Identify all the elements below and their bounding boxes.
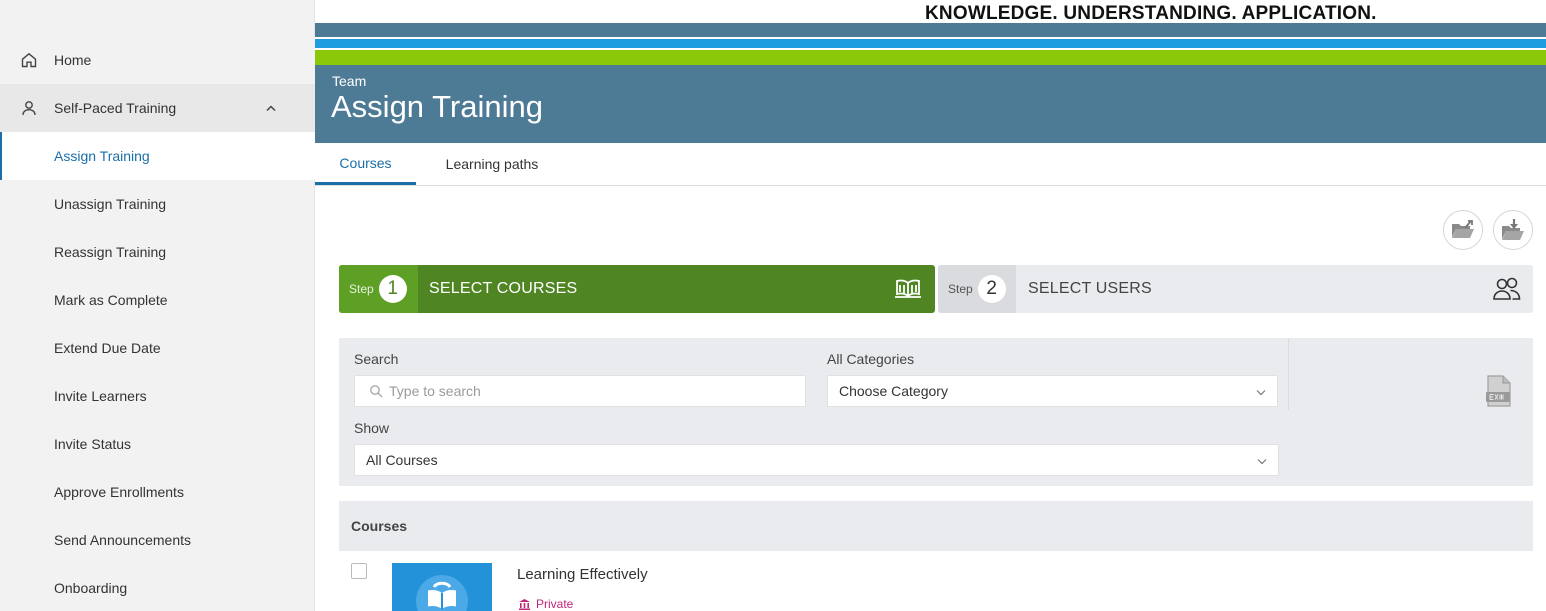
chevron-down-icon bbox=[1257, 459, 1267, 465]
category-label: All Categories bbox=[827, 351, 915, 367]
page-title: Assign Training bbox=[331, 89, 543, 124]
show-select[interactable]: All Courses bbox=[354, 444, 1279, 476]
sidebar-item-label: Reassign Training bbox=[54, 244, 167, 260]
sidebar-item-approve-enrollments[interactable]: Approve Enrollments bbox=[0, 468, 315, 516]
search-icon bbox=[370, 385, 383, 398]
step-word: Step bbox=[349, 282, 374, 296]
step-number: 2 bbox=[977, 275, 1006, 303]
visibility-badge: Private bbox=[519, 597, 573, 611]
brand-stripe bbox=[315, 39, 1546, 48]
tab-learning-paths[interactable]: Learning paths bbox=[427, 143, 557, 185]
sidebar: Home Self-Paced Training Assign Training… bbox=[0, 0, 315, 611]
course-thumbnail[interactable] bbox=[392, 563, 492, 611]
app-window: Home Self-Paced Training Assign Training… bbox=[0, 0, 1546, 611]
sidebar-item-send-announcements[interactable]: Send Announcements bbox=[0, 516, 315, 564]
brand-stripe bbox=[315, 23, 1546, 37]
breadcrumb: Team bbox=[332, 73, 367, 89]
open-folder-button[interactable] bbox=[1443, 210, 1483, 250]
chevron-up-icon bbox=[266, 105, 276, 112]
step-select-users[interactable]: Step 2 SELECT USERS bbox=[938, 265, 1533, 313]
sidebar-item-label: Send Announcements bbox=[54, 532, 191, 548]
sidebar-item-reassign-training[interactable]: Reassign Training bbox=[0, 228, 315, 276]
sidebar-item-label: Self-Paced Training bbox=[54, 100, 177, 116]
visibility-label: Private bbox=[536, 597, 574, 611]
sidebar-item-unassign-training[interactable]: Unassign Training bbox=[0, 180, 315, 228]
brand-tagline: KNOWLEDGE. UNDERSTANDING. APPLICATION. bbox=[925, 3, 1377, 24]
institution-icon bbox=[519, 598, 530, 610]
user-icon bbox=[22, 101, 36, 116]
tab-bar: Courses Learning paths bbox=[315, 143, 1546, 186]
excel-export-icon[interactable] bbox=[1485, 374, 1513, 408]
download-folder-button[interactable] bbox=[1493, 210, 1533, 250]
open-book-icon bbox=[895, 279, 921, 298]
sidebar-item-label: Home bbox=[54, 52, 92, 68]
step-number-box: Step 1 bbox=[339, 265, 418, 313]
brand-stripe bbox=[315, 50, 1546, 65]
sidebar-item-invite-learners[interactable]: Invite Learners bbox=[0, 372, 315, 420]
sidebar-item-label: Extend Due Date bbox=[54, 340, 161, 356]
course-title[interactable]: Learning Effectively bbox=[517, 566, 648, 583]
page-header: Team Assign Training bbox=[315, 65, 1546, 143]
sidebar-item-label: Approve Enrollments bbox=[54, 484, 184, 500]
sidebar-item-label: Onboarding bbox=[54, 580, 128, 596]
sidebar-item-label: Mark as Complete bbox=[54, 292, 168, 308]
step-word: Step bbox=[948, 282, 973, 296]
step-select-courses[interactable]: Step 1 SELECT COURSES bbox=[339, 265, 935, 313]
step-label: SELECT COURSES bbox=[429, 280, 578, 297]
sidebar-item-onboarding[interactable]: Onboarding bbox=[0, 564, 315, 611]
sidebar-item-home[interactable]: Home bbox=[0, 36, 315, 84]
chevron-down-icon bbox=[1256, 390, 1266, 396]
step-number: 1 bbox=[378, 275, 407, 303]
show-label: Show bbox=[354, 420, 390, 436]
courses-header-label: Courses bbox=[351, 518, 408, 534]
sidebar-item-invite-status[interactable]: Invite Status bbox=[0, 420, 315, 468]
open-folder-icon bbox=[1452, 220, 1474, 238]
step-number-box: Step 2 bbox=[938, 265, 1016, 313]
filter-panel: Search Type to search All Categories Cho… bbox=[339, 338, 1533, 486]
show-value: All Courses bbox=[366, 452, 438, 468]
sidebar-item-label: Unassign Training bbox=[54, 196, 167, 212]
users-icon bbox=[1493, 277, 1521, 300]
sidebar-item-assign-training[interactable]: Assign Training bbox=[0, 132, 315, 180]
search-placeholder: Type to search bbox=[389, 383, 481, 399]
step-label: SELECT USERS bbox=[1028, 280, 1152, 297]
main-content: KNOWLEDGE. UNDERSTANDING. APPLICATION. T… bbox=[315, 0, 1546, 611]
search-input[interactable]: Type to search bbox=[354, 375, 806, 407]
sidebar-item-mark-as-complete[interactable]: Mark as Complete bbox=[0, 276, 315, 324]
open-book-icon bbox=[416, 575, 468, 611]
category-value: Choose Category bbox=[839, 383, 948, 399]
divider bbox=[1288, 338, 1289, 410]
courses-header: Courses bbox=[339, 501, 1533, 551]
home-icon bbox=[21, 52, 37, 68]
course-checkbox[interactable] bbox=[351, 563, 367, 579]
sidebar-item-extend-due-date[interactable]: Extend Due Date bbox=[0, 324, 315, 372]
sidebar-item-label: Invite Status bbox=[54, 436, 132, 452]
sidebar-item-self-paced-training[interactable]: Self-Paced Training bbox=[0, 84, 315, 132]
sidebar-item-label: Assign Training bbox=[54, 148, 150, 164]
search-label: Search bbox=[354, 351, 399, 367]
tab-courses[interactable]: Courses bbox=[315, 143, 416, 185]
download-folder-icon bbox=[1502, 219, 1524, 240]
sidebar-item-label: Invite Learners bbox=[54, 388, 147, 404]
category-select[interactable]: Choose Category bbox=[827, 375, 1278, 407]
